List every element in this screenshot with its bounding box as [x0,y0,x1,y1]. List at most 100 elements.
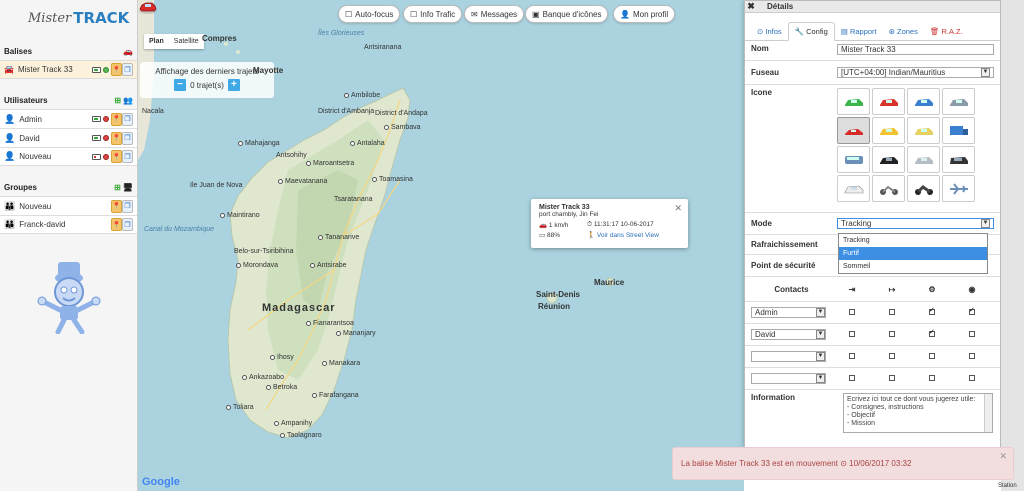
auto-focus-button[interactable]: ☐ Auto-focus [338,5,401,23]
contact-checkbox-alarm[interactable] [969,331,975,337]
contact-checkbox-out[interactable] [889,353,895,359]
mon-profil-button[interactable]: 👤 Mon profil [613,5,676,23]
info-textarea[interactable]: Ecrivez ici tout ce dont vous jugerez ut… [843,393,993,433]
locate-pin-button[interactable]: 📍 [111,218,122,231]
map-type-toggle: Plan Satellite [144,34,204,49]
locate-pin-button[interactable]: 📍 [111,131,122,145]
map-type-plan[interactable]: Plan [144,34,169,49]
tab-rapport[interactable]: ▤ Rapport [835,23,883,40]
streetview-link[interactable]: Voir dans Street View [597,232,659,239]
tab-zones[interactable]: ⊛ Zones [883,23,924,40]
icon-option-grey-car[interactable] [942,88,975,115]
locate-pin-button[interactable]: 📍 [111,112,122,126]
icon-option-airplane[interactable] [942,175,975,202]
contact-checkbox-alarm[interactable] [969,375,975,381]
contact-select[interactable]: ▼ [751,351,826,362]
info-label: Information [751,393,795,402]
messages-button[interactable]: ✉ Messages [464,5,525,23]
locate-pin-button[interactable]: 📍 [111,199,122,213]
scrollbar[interactable] [984,394,992,432]
copy-button[interactable]: ❐ [122,131,133,145]
contact-checkbox-config[interactable] [929,353,935,359]
contact-select[interactable]: David ▼ [751,329,826,340]
icon-option-scooter[interactable] [872,175,905,202]
contact-checkbox-in[interactable] [849,375,855,381]
info-row: Information Ecrivez ici tout ce dont vou… [745,390,1000,440]
user-row[interactable]: 👤 David 📍 ❐ [0,128,137,147]
user-name: Admin [19,114,42,124]
add-group-icon[interactable]: ⊞ [114,183,121,192]
chevron-down-icon: ▼ [981,68,990,77]
user-row[interactable]: 👤 Admin 📍 ❐ [0,109,137,128]
vehicle-marker-icon[interactable] [138,0,158,14]
contact-checkbox-in[interactable] [849,331,855,337]
close-icon[interactable]: ✕ [999,451,1007,462]
nom-input[interactable]: Mister Track 33 [837,44,994,55]
mode-select[interactable]: Tracking ▼ [837,218,994,229]
contact-checkbox-out[interactable] [889,331,895,337]
mon-profil-label: Mon profil [632,9,669,19]
contact-checkbox-alarm[interactable] [969,353,975,359]
map-view[interactable]: Plan Satellite Affichage des derniers tr… [138,0,744,491]
group-name: Franck-david [19,220,66,229]
close-icon[interactable]: ✖ [745,1,757,12]
map-label: Ankazoabo [242,374,284,381]
icon-option-yellow-car[interactable] [872,117,905,144]
icon-option-white-car[interactable] [837,175,870,202]
icon-option-red-car[interactable] [872,88,905,115]
traj-minus-button[interactable]: − [174,79,187,91]
icon-option-van[interactable] [837,146,870,173]
locate-pin-button[interactable]: 📍 [111,150,122,163]
icon-option-blue-car[interactable] [907,88,940,115]
copy-button[interactable]: ❐ [122,199,133,213]
icon-option-black-car[interactable] [872,146,905,173]
mode-option-furtif[interactable]: Furtif [839,247,987,260]
contact-checkbox-config[interactable] [929,375,935,381]
map-label: Morondava [236,262,278,269]
traj-plus-button[interactable]: + [227,79,240,91]
close-icon[interactable]: ✕ [674,203,682,214]
group-row[interactable]: 👪 Nouveau 📍 ❐ [0,196,137,215]
contact-checkbox-out[interactable] [889,375,895,381]
banque-icones-button[interactable]: ▣ Banque d'icônes [525,5,609,23]
contact-checkbox-config[interactable] [929,306,935,315]
icon-option-green-car[interactable] [837,88,870,115]
icon-option-dark-suv[interactable] [942,146,975,173]
tab-config[interactable]: 🔧 Config [787,22,835,41]
copy-button[interactable]: ❐ [122,150,133,163]
secu-label: Point de sécurité [751,261,816,270]
info-trafic-button[interactable]: ☐ Info Trafic [403,5,463,23]
mode-row: Mode Tracking ▼ [745,213,1000,235]
user-row[interactable]: 👤 Nouveau 📍 ❐ [0,147,137,166]
copy-button[interactable]: ❐ [122,112,133,126]
contact-checkbox-alarm[interactable] [969,306,975,315]
tab-raz[interactable]: 🗑 R.A.Z. [924,23,969,40]
icon-option-blue-truck[interactable] [942,117,975,144]
popup-address: port chambly, Jin Fei [539,211,599,218]
contact-select[interactable]: ▼ [751,373,826,384]
add-user-icon[interactable]: ⊞ [114,96,121,105]
group-row[interactable]: 👪 Franck-david 📍 ❐ [0,215,137,234]
copy-button[interactable]: ❐ [122,63,133,76]
balise-row[interactable]: 🚘 Mister Track 33 📍 ❐ [0,60,137,79]
map-type-satellite[interactable]: Satellite [169,34,204,49]
mode-option-tracking[interactable]: Tracking [839,234,987,247]
map-label: Antalaha [350,140,385,147]
contact-select[interactable]: Admin ▼ [751,307,826,318]
contact-checkbox-in[interactable] [849,309,855,315]
tab-infos[interactable]: ⊙ Infos [751,23,788,40]
contact-checkbox-in[interactable] [849,353,855,359]
contact-checkbox-config[interactable] [929,328,935,337]
nom-label: Nom [751,44,769,53]
locate-pin-button[interactable]: 📍 [111,63,122,76]
copy-button[interactable]: ❐ [122,218,133,231]
contact-checkbox-out[interactable] [889,309,895,315]
map-label: Manakara [322,360,360,367]
icon-option-red-sport-car[interactable] [837,117,870,144]
panel-header: ✖ Détails [745,1,1000,13]
icon-option-yellow-taxi[interactable] [907,117,940,144]
icon-option-motorcycle[interactable] [907,175,940,202]
mode-option-sommeil[interactable]: Sommeil [839,260,987,273]
icon-option-silver-car[interactable] [907,146,940,173]
fuseau-select[interactable]: [UTC+04:00] Indian/Mauritius ▼ [837,67,994,78]
